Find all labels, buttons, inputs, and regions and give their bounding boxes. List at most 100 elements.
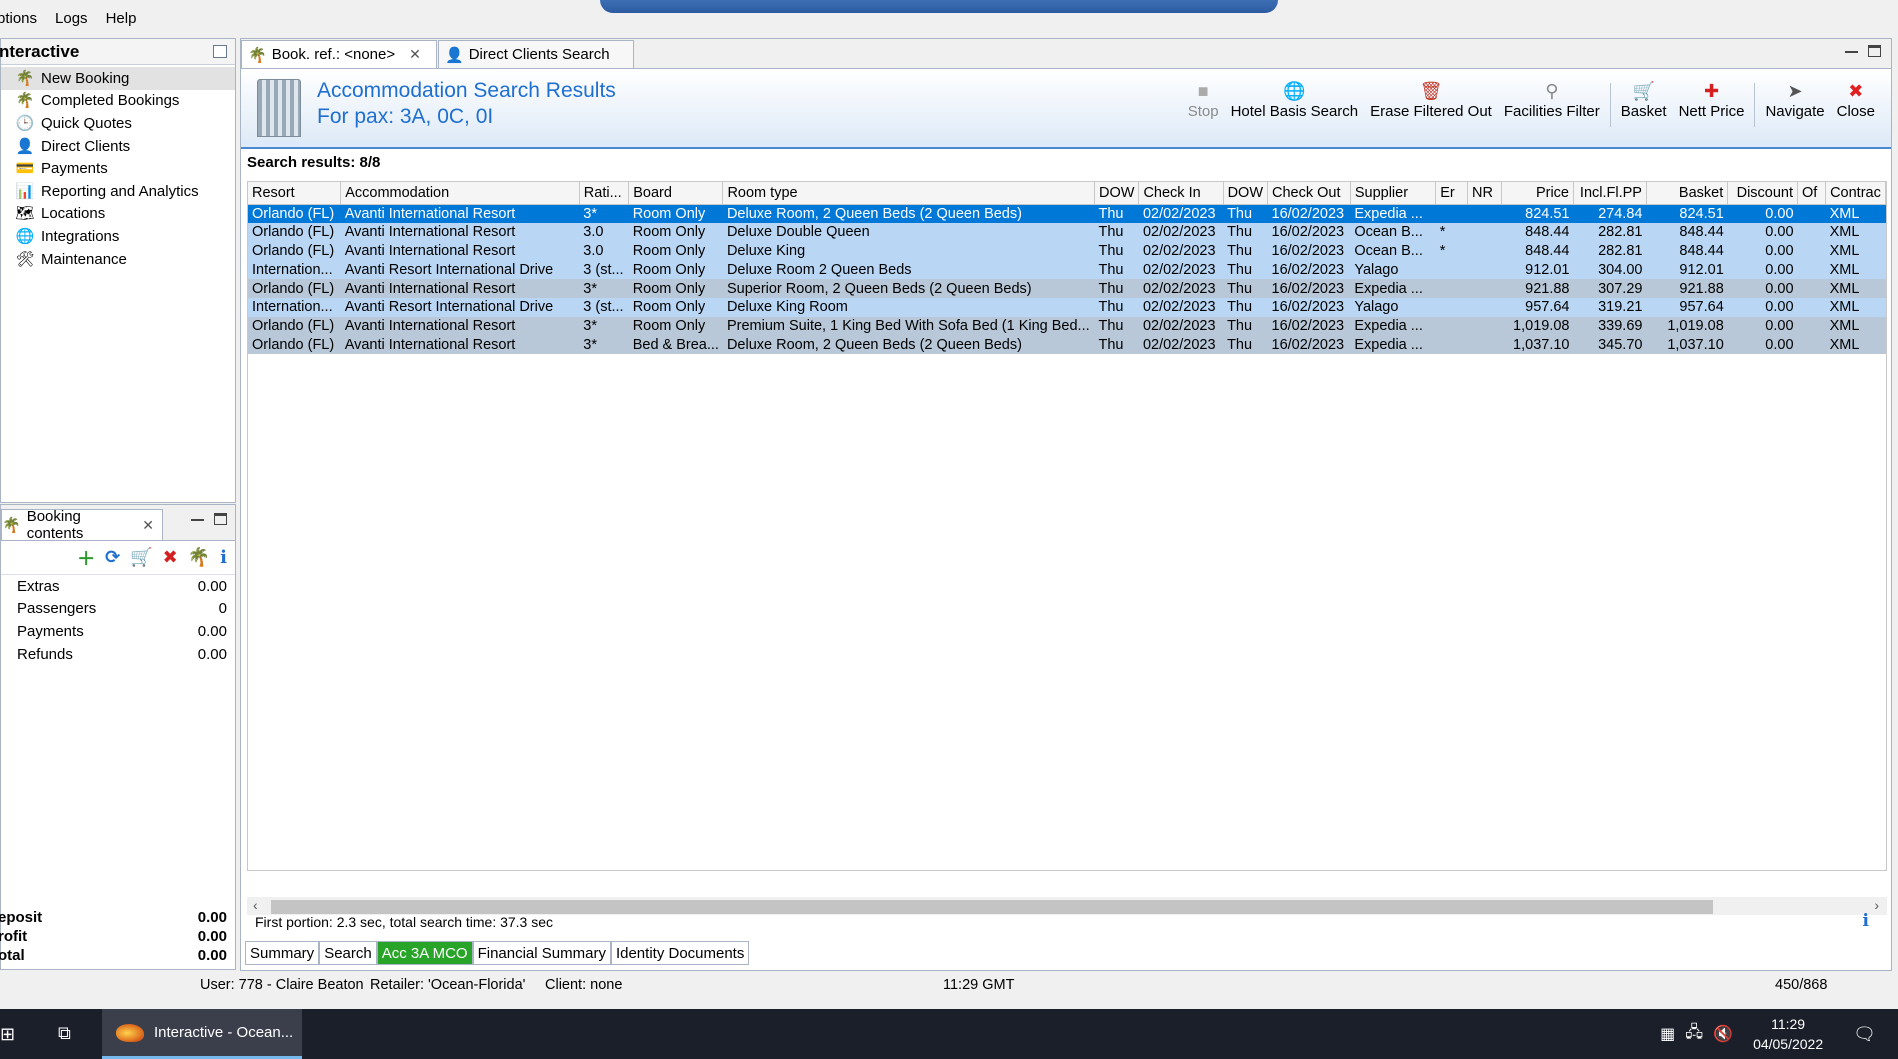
scrollbar-thumb[interactable] — [271, 900, 1713, 914]
maximize-button[interactable] — [214, 513, 227, 525]
tab-booking-ref[interactable]: 🌴 Book. ref.: <none> ✕ — [241, 40, 437, 68]
facilities-filter-button[interactable]: ⚲ Facilities Filter — [1498, 79, 1606, 121]
sidebar-item-integrations[interactable]: 🌐 Integrations — [1, 225, 235, 248]
column-header[interactable]: DOW — [1223, 182, 1269, 205]
info-icon[interactable]: i — [220, 547, 227, 568]
table-row[interactable]: Internation... Avanti Resort Internationa… — [248, 260, 1886, 280]
task-view-icon[interactable]: ⧉ — [58, 1023, 71, 1044]
table-cell: XML — [1825, 297, 1886, 317]
minimize-button[interactable] — [191, 513, 204, 521]
tab-direct-clients-search[interactable]: 👤 Direct Clients Search — [438, 40, 634, 68]
delete-icon[interactable]: ✖ — [163, 547, 178, 568]
column-header[interactable]: Discount — [1727, 182, 1799, 205]
column-header[interactable]: Rati... — [579, 182, 630, 205]
erase-filtered-out-button[interactable]: 🗑 Erase Filtered Out — [1364, 79, 1498, 121]
column-header[interactable]: Contrac — [1825, 182, 1886, 205]
column-header[interactable]: Supplier — [1350, 182, 1437, 205]
table-cell: Yalago — [1350, 260, 1436, 280]
sidebar-item-locations[interactable]: 🗺 Locations — [1, 203, 235, 226]
table-cell: * — [1435, 222, 1468, 242]
column-header[interactable]: Of — [1797, 182, 1827, 205]
table-row[interactable]: Orlando (FL) Avanti International Resort 3… — [248, 204, 1886, 223]
table-cell: 274.84 — [1573, 204, 1647, 223]
stop-icon: ■ — [1197, 80, 1209, 101]
close-tab-icon[interactable]: ✕ — [142, 517, 154, 534]
bottom-tab-search[interactable]: Search — [319, 941, 377, 965]
column-header[interactable]: DOW — [1094, 182, 1140, 205]
hotel-basis-search-button[interactable]: 🌐 Hotel Basis Search — [1225, 79, 1365, 121]
volume-muted-icon[interactable]: 🔇 — [1713, 1024, 1733, 1044]
close-tab-icon[interactable]: ✕ — [409, 46, 421, 63]
sidebar-item-quick-quotes[interactable]: 🕒 Quick Quotes — [1, 112, 235, 135]
column-header[interactable]: Room type — [722, 182, 1095, 205]
table-cell: Thu — [1223, 297, 1268, 317]
table-cell: 1,019.08 — [1501, 316, 1574, 336]
taskbar-app-interactive[interactable]: Interactive - Ocean... — [102, 1009, 302, 1059]
scroll-left-icon[interactable]: ‹ — [253, 897, 258, 913]
nett-price-button[interactable]: ✚ Nett Price — [1673, 79, 1751, 121]
menu-help[interactable]: Help — [106, 8, 147, 34]
info-icon[interactable]: i — [1863, 911, 1869, 931]
sidebar-item-direct-clients[interactable]: 👤 Direct Clients — [1, 135, 235, 158]
table-row[interactable]: Orlando (FL) Avanti International Resort 3… — [248, 241, 1886, 261]
column-header[interactable]: Accommodation — [340, 182, 580, 205]
collapse-panel-button[interactable] — [213, 45, 227, 58]
table-cell: 3 (st... — [579, 260, 629, 280]
sidebar-item-label: New Booking — [41, 69, 130, 87]
table-cell: 921.88 — [1501, 279, 1574, 298]
table-row[interactable]: Orlando (FL) Avanti International Resort 3… — [248, 316, 1886, 336]
palm-icon: 🌴 — [15, 69, 35, 87]
maximize-button[interactable] — [1868, 45, 1881, 57]
store-icon[interactable]: ▦ — [1660, 1024, 1675, 1044]
table-cell — [1797, 204, 1826, 223]
bottom-tab-financial-summary[interactable]: Financial Summary — [472, 941, 611, 965]
column-header[interactable]: Check Out — [1267, 182, 1351, 205]
notifications-icon[interactable]: 🗨 — [1853, 1024, 1876, 1045]
basket-button[interactable]: 🛒 Basket — [1615, 79, 1673, 121]
column-header[interactable]: Er — [1435, 182, 1468, 205]
palm-icon[interactable]: 🌴 — [188, 547, 210, 568]
add-icon[interactable]: ＋ — [77, 545, 95, 571]
remote-session-bar[interactable] — [600, 0, 1278, 13]
horizontal-scrollbar[interactable]: ‹ › — [247, 897, 1887, 915]
menu-options[interactable]: ptions — [0, 8, 47, 34]
table-cell: 3* — [579, 335, 629, 355]
toolbar-separator — [1754, 83, 1756, 127]
sidebar-item-completed-bookings[interactable]: 🌴 Completed Bookings — [1, 90, 235, 113]
sidebar-item-payments[interactable]: 💳 Payments — [1, 157, 235, 180]
table-row[interactable]: Orlando (FL) Avanti International Resort 3… — [248, 222, 1886, 242]
stop-button[interactable]: ■ Stop — [1182, 79, 1225, 121]
minimize-button[interactable] — [1845, 45, 1858, 53]
table-cell — [1797, 260, 1826, 280]
column-header[interactable]: Check In — [1138, 182, 1224, 205]
network-icon[interactable]: 🖧 — [1685, 1021, 1703, 1048]
scroll-right-icon[interactable]: › — [1874, 897, 1879, 913]
bottom-tab-acc-3a-mco[interactable]: Acc 3A MCO — [376, 941, 473, 965]
column-header[interactable]: Resort — [248, 182, 342, 205]
clock[interactable]: 11:29 04/05/2022 — [1753, 1014, 1823, 1054]
column-header[interactable]: Basket — [1646, 182, 1729, 205]
refresh-icon[interactable]: ⟳ — [105, 547, 120, 568]
sidebar-item-new-booking[interactable]: 🌴 New Booking — [1, 67, 235, 90]
column-header[interactable]: Price — [1501, 182, 1574, 205]
table-row[interactable]: Orlando (FL) Avanti International Resort 3… — [248, 335, 1886, 355]
table-cell: Avanti International Resort — [340, 241, 580, 261]
column-header[interactable]: Incl.Fl.PP — [1573, 182, 1647, 205]
table-row[interactable]: Orlando (FL) Avanti International Resort 3… — [248, 279, 1886, 298]
table-row[interactable]: Internation... Avanti Resort Internationa… — [248, 297, 1886, 317]
navigate-button[interactable]: ➤ Navigate — [1759, 79, 1830, 121]
windows-start-icon[interactable]: ⊞ — [0, 1024, 15, 1045]
sidebar-item-reporting-and-analytics[interactable]: 📊 Reporting and Analytics — [1, 180, 235, 203]
column-header[interactable]: Board — [628, 182, 724, 205]
table-cell: 16/02/2023 — [1267, 204, 1351, 223]
clock-icon: 🕒 — [15, 114, 35, 132]
close-button[interactable]: ✖ Close — [1831, 79, 1881, 121]
column-header[interactable]: NR — [1467, 182, 1502, 205]
table-cell — [1467, 335, 1502, 355]
booking-contents-tab[interactable]: 🌴 Booking contents ✕ — [1, 508, 163, 542]
basket-add-icon[interactable]: 🛒 — [130, 547, 152, 568]
bottom-tab-summary[interactable]: Summary — [245, 941, 320, 965]
menu-logs[interactable]: Logs — [55, 8, 98, 34]
bottom-tab-identity-documents[interactable]: Identity Documents — [610, 941, 750, 965]
sidebar-item-maintenance[interactable]: 🛠 Maintenance — [1, 248, 235, 271]
